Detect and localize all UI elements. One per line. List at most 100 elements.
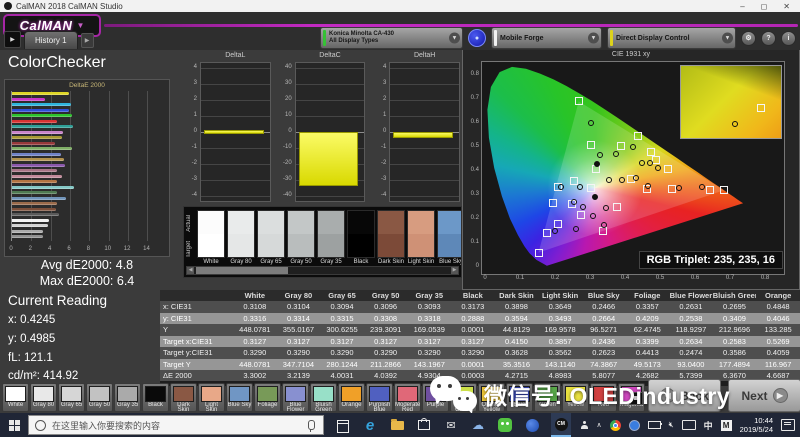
patch-button-gray-80[interactable]: Gray 80	[30, 383, 57, 412]
patch-button-light-skin[interactable]: Light Skin	[198, 383, 225, 412]
calman-taskbar-icon[interactable]: CM	[551, 413, 571, 437]
taskbar-search-box[interactable]: 在这里输入你要搜索的内容	[28, 415, 324, 435]
patch-button-moderate-red[interactable]: Moderate Red	[394, 383, 421, 412]
swatch-light-skin[interactable]: Light Skin	[407, 210, 435, 267]
network-globe-icon[interactable]	[629, 420, 640, 431]
target-marker	[706, 186, 714, 194]
help-button[interactable]: ?	[761, 31, 776, 46]
gridline	[201, 116, 270, 117]
tab-history-1[interactable]: History 1	[24, 31, 78, 49]
gridline	[296, 196, 365, 197]
add-tab-button[interactable]: ▶	[81, 33, 94, 48]
patch-button-purplish-blue[interactable]: Purplish Blue	[366, 383, 393, 412]
scroll-right-arrow[interactable]: ▶	[451, 267, 458, 274]
wechat-taskbar-icon[interactable]	[497, 417, 513, 434]
de2000-bar	[12, 169, 57, 172]
clock[interactable]: 10:44 2019/5/24	[740, 416, 773, 435]
axis-tick-label: 4	[373, 64, 386, 70]
tray-expand-icon[interactable]: ∧	[596, 421, 601, 429]
mail-icon[interactable]: ✉	[443, 417, 459, 434]
de2000-bar	[12, 98, 45, 101]
swatch-gray-35[interactable]: Gray 35	[317, 210, 345, 267]
table-cell: 212.9696	[713, 325, 757, 334]
maximize-button[interactable]: ◻	[761, 2, 768, 11]
settings-gear-button[interactable]: ⚙	[741, 31, 756, 46]
patch-button-white[interactable]: White	[2, 383, 29, 412]
patch-button-blue-flower[interactable]: Blue Flower	[282, 383, 309, 412]
meter-dropdown[interactable]: Konica Minolta CA-430 All Display Types …	[320, 27, 463, 49]
table-cell: 0.3127	[407, 337, 451, 346]
onedrive-icon[interactable]: ☁	[470, 417, 486, 434]
scroll-left-arrow[interactable]: ◀	[187, 267, 194, 274]
patch-button-gray-65[interactable]: Gray 65	[58, 383, 85, 412]
meter-mode: All Display Types	[329, 38, 394, 45]
swatch-dark-skin[interactable]: Dark Skin	[377, 210, 405, 267]
gridline	[109, 91, 110, 241]
workflow-dropdown[interactable]: Direct Display Control ▼	[607, 27, 736, 49]
battery-icon[interactable]	[648, 421, 661, 429]
table-cell: 0.3096	[364, 302, 408, 311]
table-cell: 0.2436	[582, 337, 626, 346]
close-button[interactable]: ✕	[783, 2, 790, 11]
people-icon[interactable]	[581, 421, 588, 429]
ime-language-indicator[interactable]: 中	[704, 419, 713, 432]
volume-muted-icon[interactable]: 🔇︎	[669, 420, 674, 430]
browser-icon[interactable]	[524, 417, 540, 434]
swatch-gray-65[interactable]: Gray 65	[257, 210, 285, 267]
axis-tick-label: 0.6	[465, 119, 479, 125]
patch-button-blue-sky[interactable]: Blue Sky	[226, 383, 253, 412]
patch-button-gray-50[interactable]: Gray 50	[86, 383, 113, 412]
source-dropdown[interactable]: Mobile Forge ▼	[491, 27, 602, 49]
de2000-bar	[12, 202, 57, 205]
edge-browser-icon[interactable]: e	[362, 417, 378, 434]
axis-tick-label: -2	[184, 160, 197, 166]
store-icon[interactable]	[416, 417, 432, 434]
axis-tick-label: 0.8	[757, 275, 773, 281]
measurement-marker	[630, 144, 636, 150]
next-button[interactable]: Next ▶	[728, 379, 800, 412]
swatch-white[interactable]: White	[197, 210, 225, 267]
table-row: x: CIE310.31080.31040.30940.30960.30930.…	[160, 301, 800, 313]
meter-connect-icon[interactable]: ●	[468, 29, 486, 47]
ime-mode-icon[interactable]: M	[721, 420, 732, 431]
delta-bar	[393, 132, 453, 138]
swatch-blue-sky[interactable]: Blue Sky	[437, 210, 462, 267]
axis-tick-label: 1	[373, 112, 386, 118]
table-cell: 0.3290	[277, 348, 321, 357]
patch-button-dark-skin[interactable]: Dark Skin	[170, 383, 197, 412]
chrome-tray-icon[interactable]	[610, 420, 621, 431]
gridline	[201, 84, 270, 85]
axis-tick-label: 0.5	[652, 275, 668, 281]
patch-button-bluish-green[interactable]: Bluish Green	[310, 383, 337, 412]
table-cell: 0.4046	[756, 314, 800, 323]
scrollbar-thumb[interactable]	[196, 267, 288, 274]
axis-tick-label: -20	[279, 160, 292, 166]
start-button[interactable]	[0, 413, 28, 437]
target-marker	[577, 211, 585, 219]
patch-button-black[interactable]: Black	[142, 383, 169, 412]
table-cell: 116.967	[756, 360, 800, 369]
info-button[interactable]: i	[781, 31, 796, 46]
task-view-button[interactable]	[335, 417, 351, 434]
swatch-gray-80[interactable]: Gray 80	[227, 210, 255, 267]
swatch-black[interactable]: Black	[347, 210, 375, 267]
swatch-scrollbar[interactable]: ◀ ▶	[186, 266, 459, 275]
table-cell: 143.1967	[407, 360, 451, 369]
axis-tick-label: 3	[373, 80, 386, 86]
swatch-gray-50[interactable]: Gray 50	[287, 210, 315, 267]
minimize-button[interactable]: –	[740, 2, 744, 11]
tab-menu-button[interactable]: ▶	[4, 31, 21, 48]
patch-button-foliage[interactable]: Foliage	[254, 383, 281, 412]
file-explorer-icon[interactable]	[389, 417, 405, 434]
patch-button-orange[interactable]: Orange	[338, 383, 365, 412]
reading-fl-value: fL: 121.1	[8, 352, 53, 364]
table-cell: 0.2695	[713, 302, 757, 311]
axis-tick-label: 0.4	[465, 167, 479, 173]
target-marker	[575, 97, 583, 105]
touch-keyboard-icon[interactable]	[682, 420, 696, 430]
microphone-icon[interactable]	[308, 420, 315, 430]
patch-button-gray-35[interactable]: Gray 35	[114, 383, 141, 412]
action-center-icon[interactable]	[781, 419, 795, 431]
table-cell: 0.3357	[625, 302, 669, 311]
axis-tick-label: 3	[184, 80, 197, 86]
